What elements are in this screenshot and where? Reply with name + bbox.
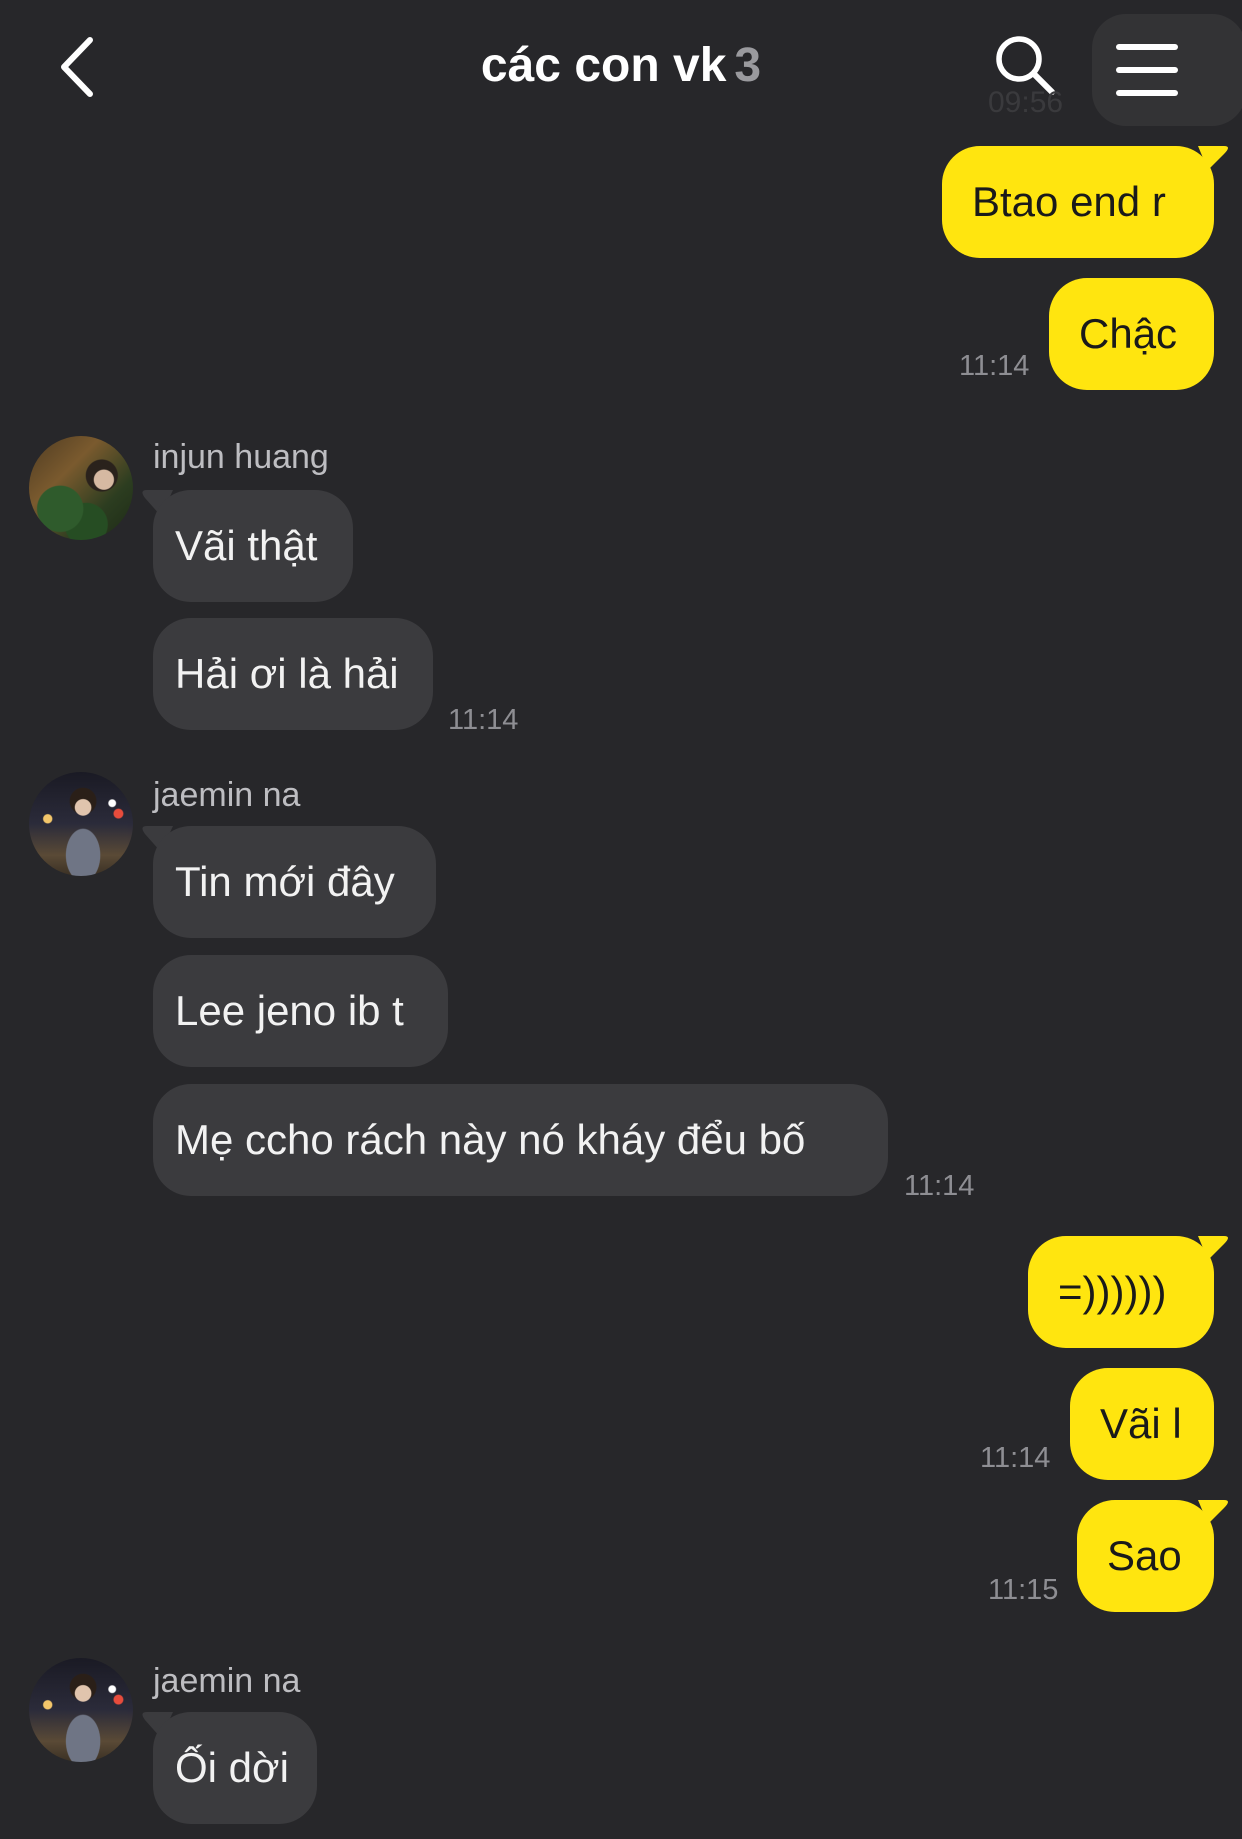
bubble-tail (1198, 1236, 1228, 1260)
incoming-message-bubble[interactable]: Tin mới đây (153, 826, 436, 938)
message-text: Ối dời (175, 1744, 289, 1791)
message-timestamp: 11:15 (988, 1574, 1059, 1606)
message-text: Mẹ ccho rách này nó kháy đểu bố (175, 1116, 806, 1163)
outgoing-message-bubble[interactable]: =)))))) (1028, 1236, 1214, 1348)
incoming-message-bubble[interactable]: Vãi thật (153, 490, 353, 602)
sender-name: jaemin na (153, 776, 301, 814)
bubble-tail (1198, 146, 1228, 170)
message-text: Chậc (1079, 310, 1178, 357)
incoming-message-bubble[interactable]: Hải ơi là hải (153, 618, 433, 730)
message-timestamp: 11:14 (904, 1170, 975, 1202)
message-timestamp: 11:14 (448, 704, 519, 736)
incoming-message-bubble[interactable]: Mẹ ccho rách này nó kháy đểu bố (153, 1084, 888, 1196)
outgoing-message-bubble[interactable]: Chậc (1049, 278, 1214, 390)
message-text: Btao end r (972, 178, 1166, 225)
chat-screen: các con vk 3 09:56 Btao end r 11:14 Chậc … (0, 0, 1242, 1839)
message-text: Hải ơi là hải (175, 650, 399, 697)
message-text: Vãi thật (175, 522, 318, 569)
message-timestamp: 11:14 (959, 350, 1030, 382)
message-text: Vãi l (1100, 1400, 1182, 1447)
faded-timestamp: 09:56 (988, 86, 1064, 119)
outgoing-message-bubble[interactable]: Btao end r (942, 146, 1214, 258)
avatar[interactable] (29, 772, 133, 876)
sender-name: jaemin na (153, 1662, 301, 1700)
sender-name: injun huang (153, 438, 329, 476)
avatar[interactable] (29, 1658, 133, 1762)
outgoing-message-bubble[interactable]: Sao (1077, 1500, 1214, 1612)
member-count: 3 (734, 39, 762, 92)
chat-title-text: các con vk (480, 39, 727, 92)
message-text: Sao (1107, 1532, 1182, 1579)
chat-header: các con vk 3 09:56 (0, 0, 1242, 130)
incoming-message-bubble[interactable]: Ối dời (153, 1712, 317, 1824)
incoming-message-bubble[interactable]: Lee jeno ib t (153, 955, 448, 1067)
message-timestamp: 11:14 (980, 1442, 1051, 1474)
menu-button[interactable] (1092, 14, 1242, 126)
message-text: Tin mới đây (175, 858, 395, 905)
avatar[interactable] (29, 436, 133, 540)
outgoing-message-bubble[interactable]: Vãi l (1070, 1368, 1214, 1480)
message-text: Lee jeno ib t (175, 987, 404, 1034)
bubble-tail (1198, 1500, 1228, 1524)
message-text: =)))))) (1058, 1268, 1167, 1315)
